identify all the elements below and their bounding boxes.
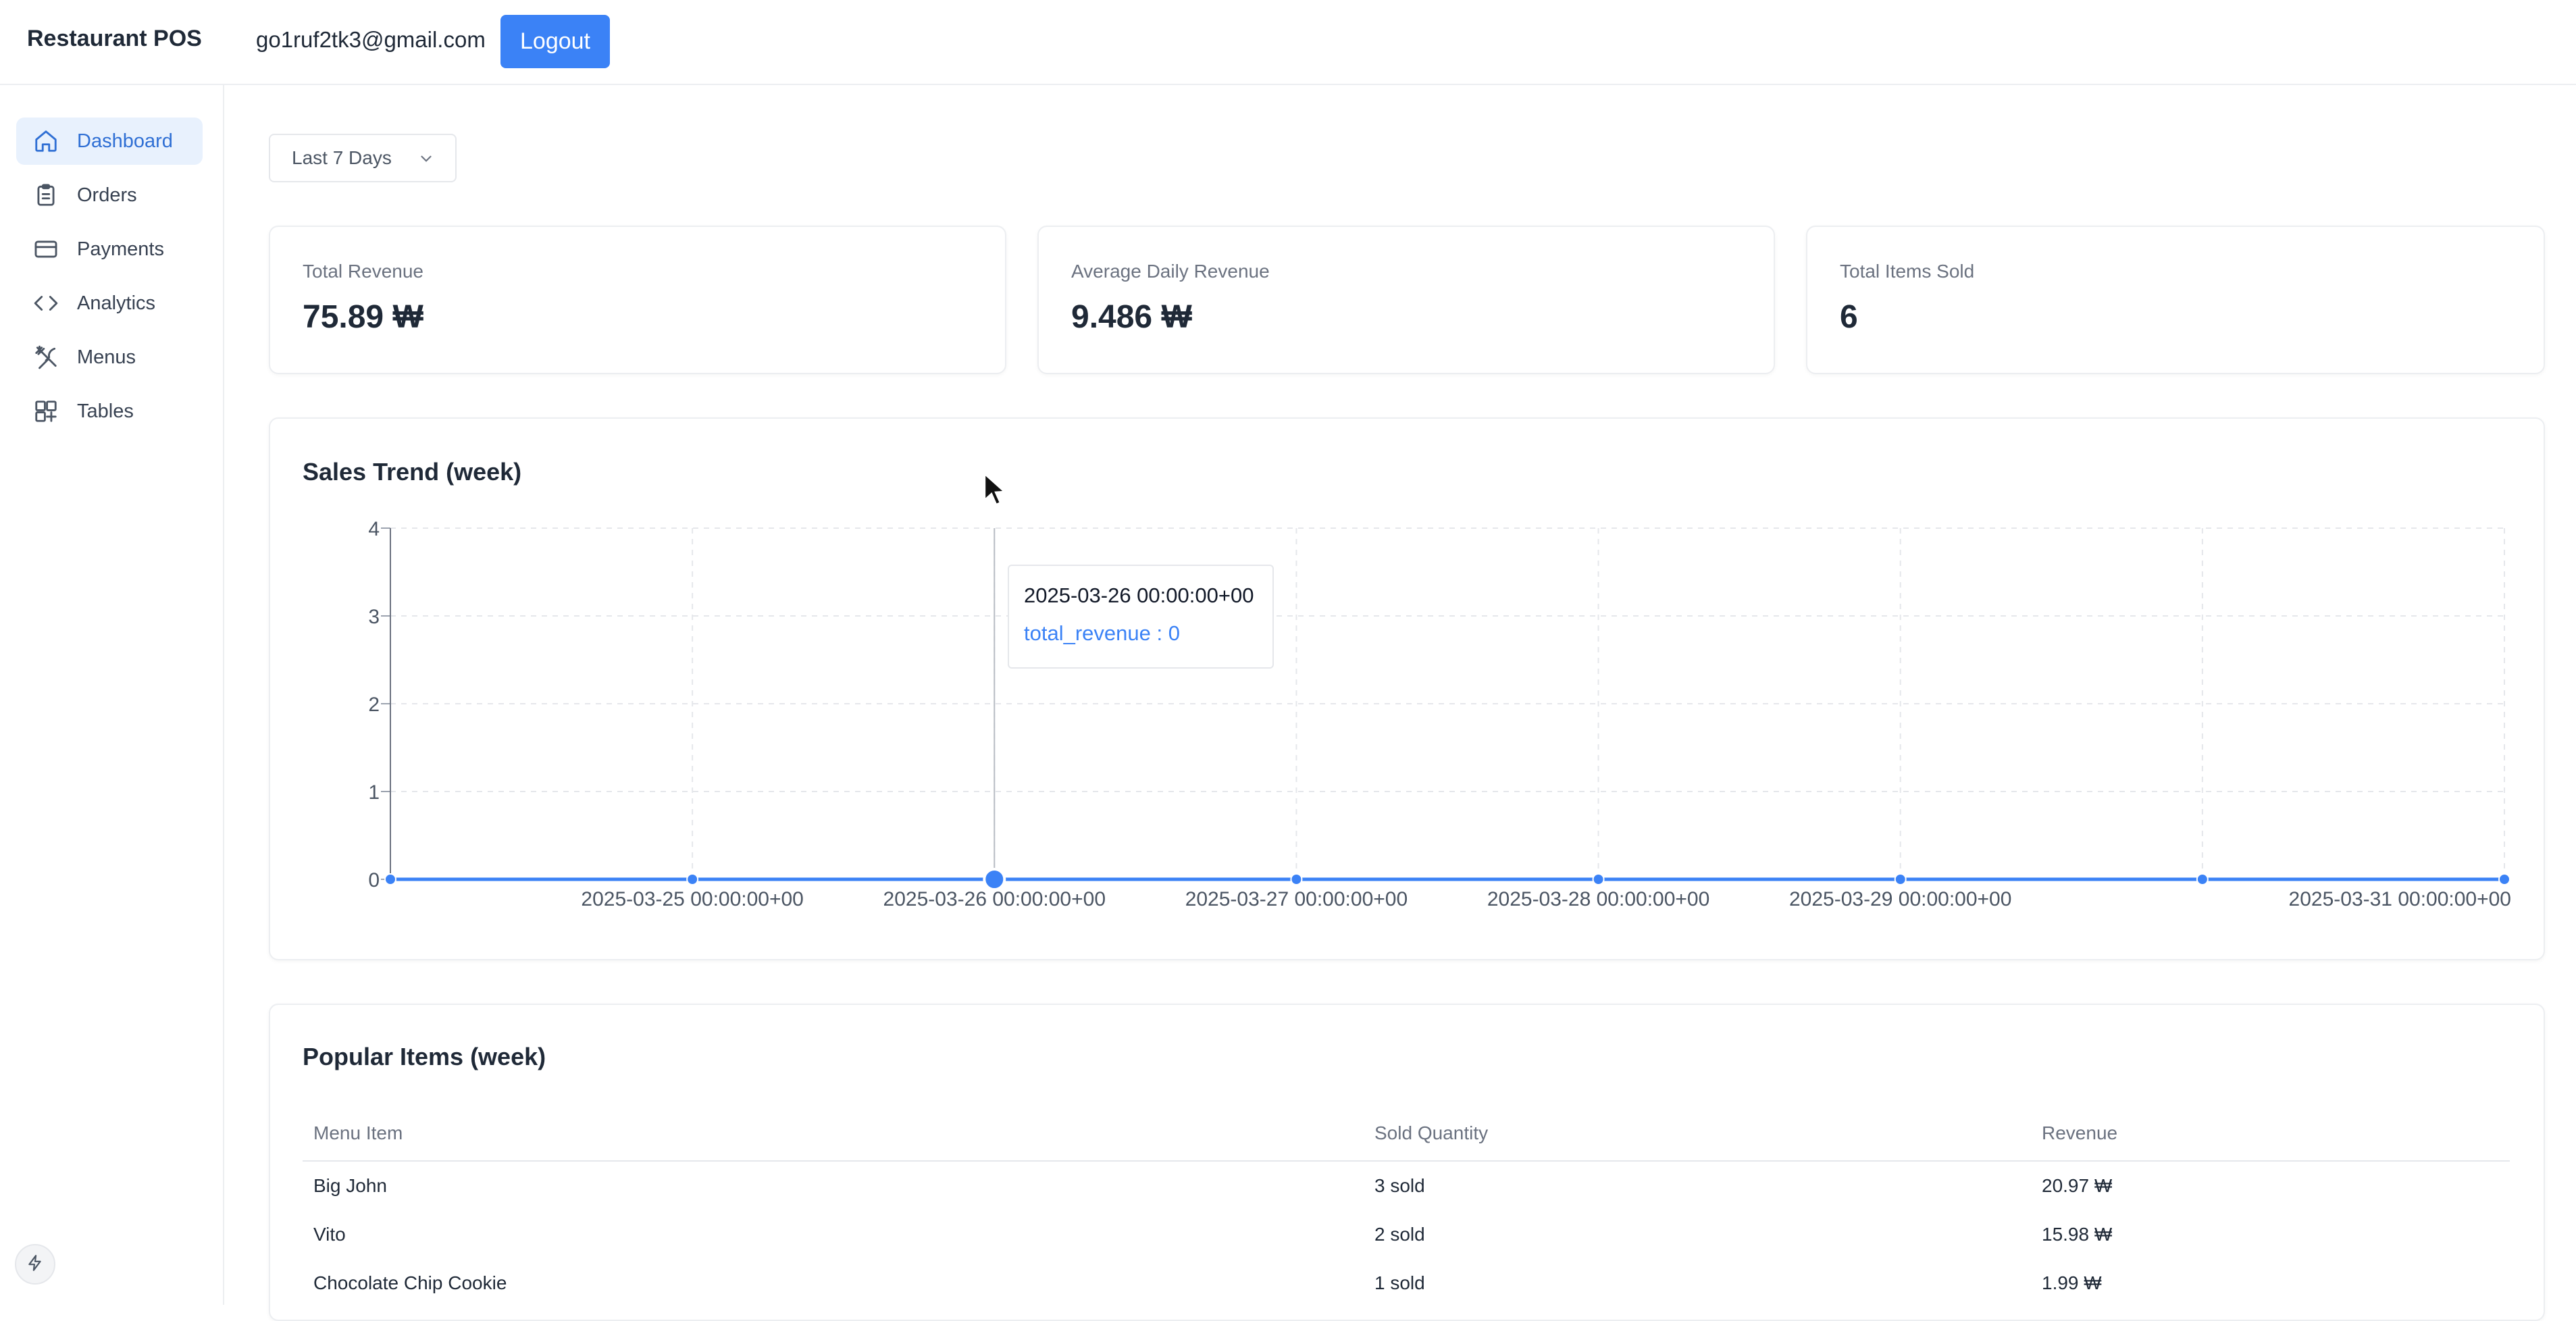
- cell-revenue: 20.97 ₩: [2042, 1175, 2113, 1196]
- cell-sold-quantity: 3 sold: [1374, 1175, 1425, 1196]
- data-point: [1894, 873, 1907, 885]
- cell-revenue: 15.98 ₩: [2042, 1224, 2113, 1245]
- tooltip-date: 2025-03-26 00:00:00+00: [1024, 584, 1254, 607]
- mouse-cursor-icon: [983, 472, 1006, 510]
- cell-revenue: 1.99 ₩: [2042, 1272, 2102, 1293]
- cell-sold-quantity: 1 sold: [1374, 1272, 1425, 1293]
- column-header-revenue: Revenue: [2042, 1122, 2118, 1143]
- y-tick-label: 4: [368, 518, 380, 540]
- data-point: [1592, 873, 1605, 885]
- column-header-sold-quantity: Sold Quantity: [1374, 1122, 1489, 1143]
- x-tick-label: 2025-03-31 00:00:00+00: [2289, 888, 2511, 910]
- x-tick-label: 2025-03-28 00:00:00+00: [1487, 888, 1709, 910]
- popular-items-title: Popular Items (week): [303, 1043, 546, 1070]
- cell-sold-quantity: 2 sold: [1374, 1224, 1425, 1245]
- y-tick-label: 0: [368, 869, 380, 891]
- chart-tooltip: 2025-03-26 00:00:00+00 total_revenue : 0: [1008, 565, 1274, 669]
- y-tick-label: 2: [368, 694, 380, 716]
- data-point: [2498, 873, 2510, 885]
- x-tick-label: 2025-03-29 00:00:00+00: [1789, 888, 2011, 910]
- x-tick-label: 2025-03-26 00:00:00+00: [883, 888, 1106, 910]
- table-divider: [303, 1160, 2510, 1162]
- cell-menu-item: Vito: [313, 1224, 346, 1245]
- column-header-menu-item: Menu Item: [313, 1122, 403, 1143]
- x-tick-label: 2025-03-25 00:00:00+00: [581, 888, 803, 910]
- y-tick-label: 3: [368, 606, 380, 628]
- data-point: [2196, 873, 2209, 885]
- y-tick-label: 1: [368, 781, 380, 804]
- tooltip-value: total_revenue : 0: [1024, 621, 1180, 645]
- x-tick-label: 2025-03-27 00:00:00+00: [1185, 888, 1408, 910]
- data-point: [686, 873, 699, 885]
- cell-menu-item: Chocolate Chip Cookie: [313, 1272, 507, 1293]
- data-point: [1290, 873, 1303, 885]
- cell-menu-item: Big John: [313, 1175, 387, 1196]
- data-point: [384, 873, 396, 885]
- data-point-active: [983, 868, 1006, 891]
